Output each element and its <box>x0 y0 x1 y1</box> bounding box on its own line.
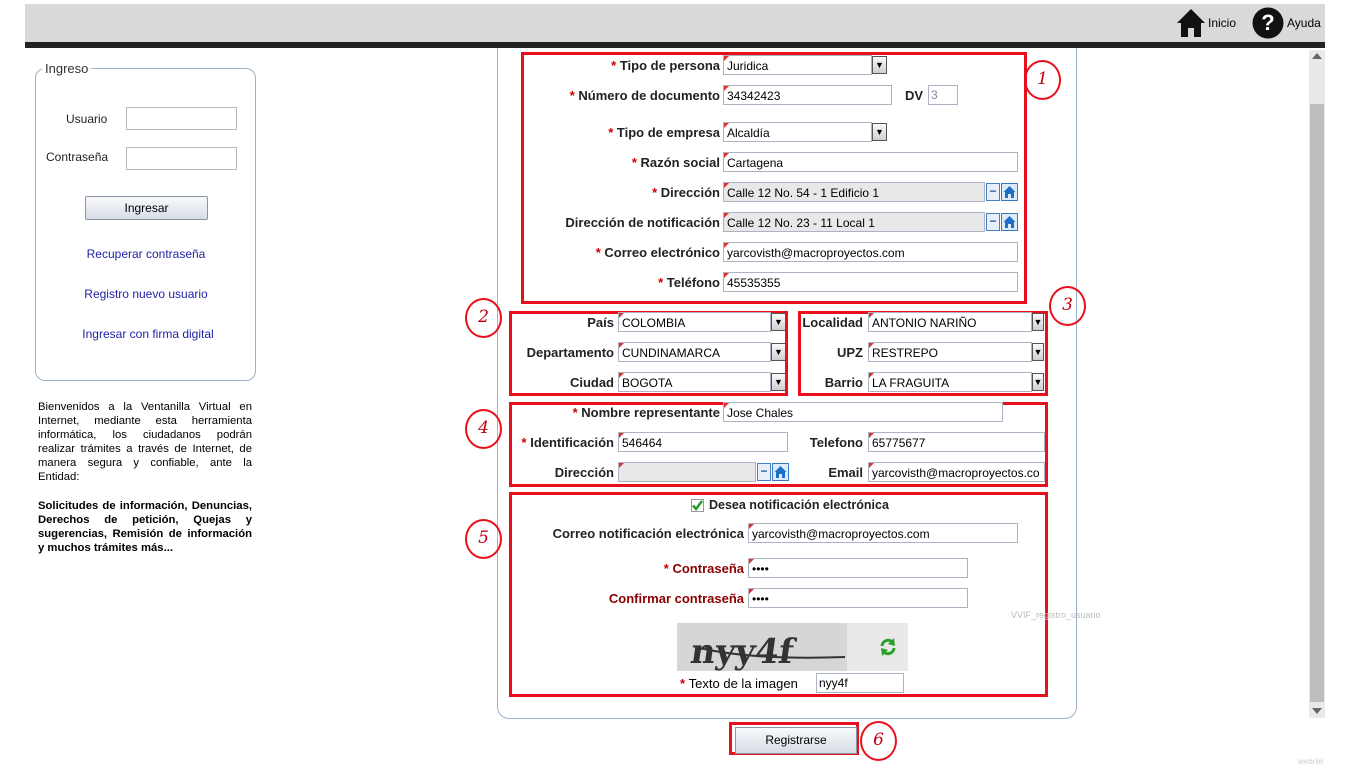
chevron-down-icon[interactable]: ▼ <box>771 343 786 361</box>
firma-digital-link[interactable]: Ingresar con firma digital <box>38 327 258 341</box>
home-address-icon[interactable] <box>1001 213 1018 231</box>
annotation-circle-3: 3 <box>1049 286 1086 326</box>
representante-telefono-input[interactable]: 65775677 <box>868 432 1045 452</box>
contrasena-input[interactable] <box>126 147 237 170</box>
direccion-input[interactable]: Calle 12 No. 54 - 1 Edificio 1 <box>723 182 985 202</box>
direccion-label: * Dirección <box>652 185 720 200</box>
inicio-label: Inicio <box>1208 16 1237 30</box>
barrio-select[interactable]: LA FRAGUITA <box>868 372 1032 392</box>
confirmar-contrasena-label: Confirmar contraseña <box>608 591 744 606</box>
correo-notificacion-label: Correo notificación electrónica <box>552 526 744 541</box>
upz-select[interactable]: RESTREPO <box>868 342 1032 362</box>
chevron-down-icon[interactable]: ▼ <box>1032 343 1044 361</box>
contrasena-label: * Contraseña <box>663 561 744 576</box>
form-id-text: VVIF_registro_usuario <box>1011 610 1101 620</box>
chevron-down-icon[interactable]: ▼ <box>1032 313 1044 331</box>
localidad-label: Localidad <box>802 315 863 330</box>
tipo-empresa-label: * Tipo de empresa <box>608 125 720 140</box>
recuperar-contrasena-link[interactable]: Recuperar contraseña <box>36 247 256 261</box>
svg-text:?: ? <box>1261 10 1274 35</box>
identificacion-input[interactable]: 546464 <box>618 432 788 452</box>
representante-direccion-label: Dirección <box>554 465 614 480</box>
razon-social-label: * Razón social <box>631 155 720 170</box>
ciudad-label: Ciudad <box>569 375 614 390</box>
footer-text: webrile <box>1298 757 1324 766</box>
texto-imagen-input[interactable]: nyy4f <box>816 673 904 693</box>
top-bar <box>25 4 1325 42</box>
scroll-down-arrow[interactable] <box>1312 708 1322 714</box>
chevron-down-icon[interactable]: ▼ <box>1032 373 1044 391</box>
tipo-empresa-select[interactable]: Alcaldía <box>723 122 872 142</box>
scrollbar-thumb[interactable] <box>1310 104 1324 702</box>
dv-label: DV <box>905 88 924 103</box>
home-address-icon[interactable] <box>1001 183 1018 201</box>
scroll-up-arrow[interactable] <box>1312 53 1322 59</box>
ayuda-label: Ayuda <box>1287 16 1321 30</box>
barrio-label: Barrio <box>824 375 863 390</box>
telefono-input[interactable]: 45535355 <box>723 272 1018 292</box>
numero-documento-label: * Número de documento <box>569 88 720 103</box>
direccion-notificacion-input[interactable]: Calle 12 No. 23 - 11 Local 1 <box>723 212 985 232</box>
representante-direccion-input[interactable] <box>618 462 756 482</box>
ingresar-button[interactable]: Ingresar <box>85 196 208 220</box>
pais-select[interactable]: COLOMBIA <box>618 312 771 332</box>
chevron-down-icon[interactable]: ▼ <box>771 373 786 391</box>
notificacion-label: Desea notificación electrónica <box>709 498 889 512</box>
telefono-label: * Teléfono <box>658 275 720 290</box>
nombre-representante-label: * Nombre representante <box>572 405 720 420</box>
departamento-select[interactable]: CUNDINAMARCA <box>618 342 771 362</box>
usuario-input[interactable] <box>126 107 237 130</box>
email-label: Email <box>828 465 863 480</box>
texto-imagen-label: * Texto de la imagen <box>680 676 798 691</box>
help-icon: ? <box>1252 7 1284 39</box>
ciudad-select[interactable]: BOGOTA <box>618 372 771 392</box>
welcome-bold-text: Solicitudes de información, Denuncias, D… <box>38 500 252 554</box>
usuario-label: Usuario <box>66 112 108 126</box>
identificacion-label: * Identificación <box>521 435 614 450</box>
notificacion-checkbox[interactable] <box>691 499 704 512</box>
refresh-captcha-icon[interactable] <box>878 637 898 657</box>
annotation-circle-4: 4 <box>465 409 502 449</box>
correo-notificacion-input[interactable]: yarcovisth@macroproyectos.com <box>748 523 1018 543</box>
chevron-down-icon[interactable]: ▼ <box>771 313 786 331</box>
checkmark-icon <box>692 500 703 511</box>
representante-telefono-label: Telefono <box>809 435 863 450</box>
captcha-graphic: nyy4f <box>677 623 908 671</box>
captcha-image: nyy4f <box>677 623 908 671</box>
direccion-notificacion-label: Dirección de notificación <box>565 215 720 230</box>
contrasena-label: Contraseña <box>46 150 109 164</box>
email-input[interactable]: yarcovisth@macroproyectos.co <box>868 462 1045 482</box>
razon-social-input[interactable]: Cartagena <box>723 152 1018 172</box>
registro-nuevo-usuario-link[interactable]: Registro nuevo usuario <box>36 287 256 301</box>
registrarse-button[interactable]: Registrarse <box>735 727 857 754</box>
home-icon <box>1177 9 1205 37</box>
annotation-circle-6: 6 <box>860 721 897 761</box>
confirmar-contrasena-input[interactable]: •••• <box>748 588 968 608</box>
annotation-circle-5: 5 <box>465 519 502 559</box>
pais-label: País <box>587 315 614 330</box>
captcha-text: nyy4f <box>688 632 798 671</box>
nombre-representante-input[interactable]: Jose Chales <box>723 402 1003 422</box>
departamento-label: Departamento <box>526 345 614 360</box>
minus-icon[interactable]: − <box>986 213 1000 231</box>
annotation-circle-2: 2 <box>465 298 502 338</box>
tipo-persona-label: * Tipo de persona <box>611 58 720 73</box>
minus-icon[interactable]: − <box>757 463 771 481</box>
correo-electronico-label: * Correo electrónico <box>595 245 720 260</box>
upz-label: UPZ <box>837 345 863 360</box>
login-legend: Ingreso <box>42 61 92 76</box>
annotation-circle-1: 1 <box>1024 60 1061 100</box>
dv-input: 3 <box>928 85 958 105</box>
home-address-icon[interactable] <box>772 463 789 481</box>
welcome-text: Bienvenidos a la Ventanilla Virtual en I… <box>38 401 252 483</box>
minus-icon[interactable]: − <box>986 183 1000 201</box>
contrasena-input[interactable]: •••• <box>748 558 968 578</box>
numero-documento-input[interactable]: 34342423 <box>723 85 892 105</box>
chevron-down-icon[interactable]: ▼ <box>872 56 887 74</box>
correo-electronico-input[interactable]: yarcovisth@macroproyectos.com <box>723 242 1018 262</box>
tipo-persona-select[interactable]: Juridica <box>723 55 872 75</box>
chevron-down-icon[interactable]: ▼ <box>872 123 887 141</box>
localidad-select[interactable]: ANTONIO NARIÑO <box>868 312 1032 332</box>
